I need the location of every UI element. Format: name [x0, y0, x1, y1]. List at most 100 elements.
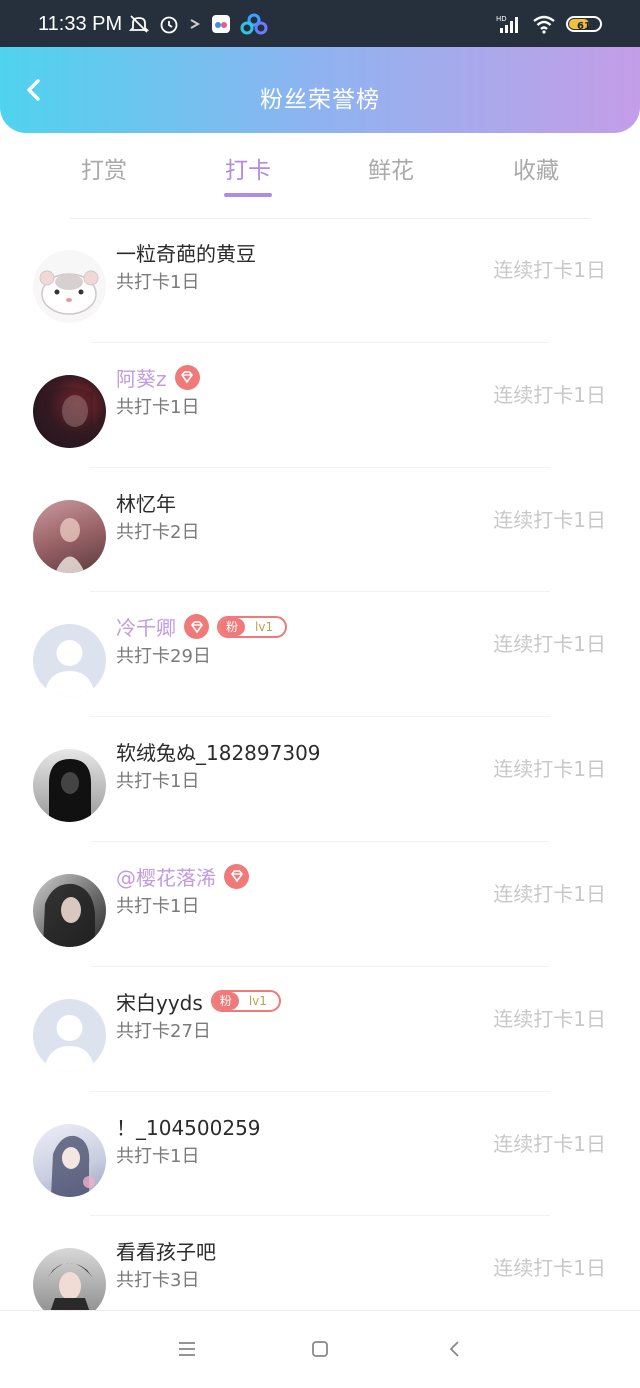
total-checkins: 共打卡27日 [116, 1020, 211, 1042]
user-name: 林忆年 [116, 491, 176, 516]
back-nav-button[interactable] [439, 1333, 471, 1365]
tab-active-indicator [224, 193, 272, 197]
default-avatar-icon [44, 1014, 95, 1072]
list-item[interactable]: 一粒奇葩的黄豆 共打卡1日 连续打卡1日 [0, 218, 640, 343]
signal-icon: HD [496, 15, 518, 33]
alarm-icon [160, 16, 178, 34]
total-checkins: 共打卡29日 [116, 646, 211, 668]
name-line: 阿葵z [116, 363, 200, 392]
status-time: 11:33 PM [38, 13, 123, 35]
fan-level-badge: 粉 lv1 [217, 615, 288, 638]
fan-badge-label: 粉 [212, 992, 239, 1011]
total-checkins: 共打卡2日 [116, 521, 200, 543]
name-line: 一粒奇葩的黄豆 [116, 238, 256, 267]
user-name: 宋白yyds [116, 990, 203, 1015]
avatar[interactable] [33, 998, 106, 1072]
illustration-avatar-image [51, 1135, 95, 1197]
avatar[interactable] [33, 499, 106, 573]
back-triangle-icon [449, 1341, 459, 1357]
page-title: 粉丝荣誉榜 [260, 87, 380, 113]
hamster-avatar-image [39, 270, 99, 315]
list-item[interactable]: ！_104500259 共打卡1日 连续打卡1日 [0, 1092, 640, 1217]
streak-label: 连续打卡1日 [493, 757, 606, 782]
tab-label: 打赏 [81, 158, 127, 184]
streak-label: 连续打卡1日 [493, 1256, 606, 1281]
cloud-icon [240, 13, 268, 35]
name-line: 林忆年 [116, 488, 176, 517]
status-icons-left [128, 13, 268, 35]
diamond-badge-icon [174, 364, 200, 390]
list-item[interactable]: 林忆年 共打卡2日 连续打卡1日 [0, 468, 640, 593]
wifi-icon [533, 15, 555, 34]
avatar[interactable] [33, 250, 106, 323]
name-line: 看看孩子吧 [116, 1236, 216, 1265]
name-line: ！_104500259 [116, 1112, 261, 1141]
header: 粉丝荣誉榜 [0, 47, 640, 133]
battery-icon: 61 [566, 16, 602, 32]
fan-list: 一粒奇葩的黄豆 共打卡1日 连续打卡1日 阿葵z 共打卡1日 连续打卡1日 林忆… [0, 218, 640, 1341]
streak-label: 连续打卡1日 [493, 1006, 606, 1031]
fan-badge-level: lv1 [255, 619, 274, 634]
user-name: 冷千卿 [116, 616, 176, 641]
list-item[interactable]: 宋白yyds 粉 lv1 共打卡27日 连续打卡1日 [0, 967, 640, 1092]
avatar[interactable] [33, 749, 106, 823]
avatar[interactable] [33, 873, 106, 947]
mute-icon [128, 15, 150, 33]
name-line: 冷千卿 粉 lv1 [116, 612, 288, 641]
user-name: 一粒奇葩的黄豆 [116, 242, 256, 266]
status-icons-right: HD 61 [496, 14, 602, 34]
streak-label: 连续打卡1日 [493, 382, 606, 407]
total-checkins: 共打卡1日 [116, 1145, 200, 1167]
menu-button[interactable] [171, 1333, 203, 1365]
streak-label: 连续打卡1日 [493, 632, 606, 657]
tab-bar: 打赏 打卡 鲜花 收藏 [0, 133, 640, 208]
default-avatar-icon [44, 640, 95, 698]
list-item[interactable]: 阿葵z 共打卡1日 连续打卡1日 [0, 343, 640, 468]
streak-label: 连续打卡1日 [493, 881, 606, 906]
user-name: @樱花落浠 [116, 865, 216, 890]
streak-label: 连续打卡1日 [493, 1131, 606, 1156]
streak-label: 连续打卡1日 [493, 258, 606, 282]
fan-badge-level: lv1 [248, 994, 267, 1009]
list-item[interactable]: @樱花落浠 共打卡1日 连续打卡1日 [0, 842, 640, 967]
list-item[interactable]: 软绒兔ぬ_182897309 共打卡1日 连续打卡1日 [0, 717, 640, 842]
portrait-avatar-image [55, 517, 85, 573]
tab-label: 收藏 [513, 158, 559, 184]
tab-label: 鲜花 [368, 158, 414, 184]
name-line: 宋白yyds 粉 lv1 [116, 987, 281, 1016]
total-checkins: 共打卡1日 [116, 396, 200, 418]
home-button[interactable] [304, 1333, 336, 1365]
fan-badge-label: 粉 [219, 617, 246, 636]
portrait-avatar-image [43, 386, 93, 448]
total-checkins: 共打卡3日 [116, 1270, 200, 1292]
name-line: 软绒兔ぬ_182897309 [116, 737, 321, 766]
battery-level: 61 [577, 21, 591, 32]
avatar[interactable] [33, 1123, 106, 1197]
app-icon [212, 15, 230, 33]
total-checkins: 共打卡1日 [116, 771, 200, 793]
portrait-avatar-image [43, 883, 95, 947]
home-square-icon [312, 1341, 328, 1357]
user-name: 看看孩子吧 [116, 1240, 216, 1265]
streak-label: 连续打卡1日 [493, 507, 606, 532]
user-name: 软绒兔ぬ_182897309 [116, 741, 321, 766]
user-name: ！_104500259 [116, 1115, 261, 1140]
total-checkins: 共打卡1日 [116, 895, 200, 917]
svg-text:HD: HD [496, 15, 507, 23]
list-item[interactable]: 冷千卿 粉 lv1 共打卡29日 连续打卡1日 [0, 592, 640, 718]
diamond-badge-icon [224, 863, 249, 889]
portrait-avatar-image [49, 759, 91, 823]
tab-reward[interactable]: 打赏 [54, 151, 154, 185]
tab-label: 打卡 [225, 158, 271, 184]
avatar[interactable] [33, 624, 106, 698]
tab-checkin[interactable]: 打卡 [198, 151, 298, 197]
fan-level-badge: 粉 lv1 [210, 990, 281, 1013]
user-name: 阿葵z [116, 366, 167, 391]
menu-icon [179, 1342, 195, 1356]
tab-flowers[interactable]: 鲜花 [341, 151, 441, 185]
status-bar: 11:33 PM HD 61 [0, 0, 640, 47]
tab-favorites[interactable]: 收藏 [486, 151, 586, 185]
avatar[interactable] [33, 374, 106, 448]
system-nav-bar [0, 1310, 640, 1388]
name-line: @樱花落浠 [116, 862, 249, 891]
